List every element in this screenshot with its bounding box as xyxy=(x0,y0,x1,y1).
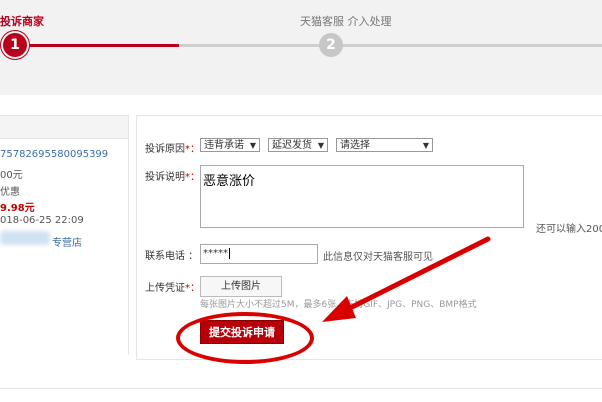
bottom-divider xyxy=(0,388,602,389)
annotation-arrow-icon xyxy=(322,236,491,322)
